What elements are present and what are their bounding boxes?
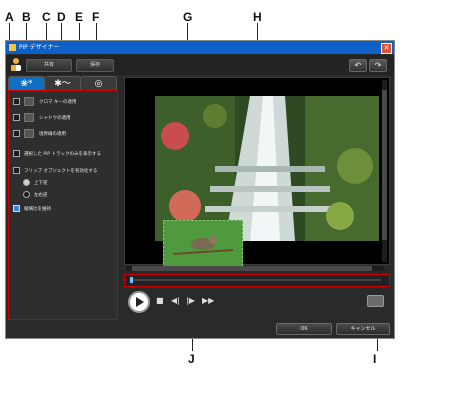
undo-button[interactable]: ↶ (349, 59, 367, 72)
keep-aspect-option[interactable]: 縦横比を維持 (13, 205, 51, 214)
callout-h: H (253, 10, 262, 24)
chroma-key-checkbox[interactable] (13, 98, 20, 105)
shadow-label: シャドウの適用 (39, 116, 71, 121)
pip-object-bird-image[interactable] (163, 220, 243, 270)
chroma-key-label: クロマ キーの適用 (39, 100, 77, 105)
timeline-playhead[interactable] (130, 277, 133, 283)
ok-button[interactable]: OK (276, 323, 332, 335)
timeline-track[interactable] (131, 279, 381, 281)
border-icon (24, 129, 34, 138)
flip-left-right-radio[interactable] (23, 191, 30, 198)
properties-tabs: ❀* ✱〜 ◎ (8, 76, 118, 92)
callout-g: G (183, 10, 193, 24)
fast-forward-icon[interactable]: ▶▶ (202, 296, 214, 305)
preview-horizontal-scrollbar[interactable] (126, 266, 384, 271)
previous-frame-icon[interactable]: ◀| (171, 296, 180, 305)
shadow-checkbox[interactable] (13, 114, 20, 121)
callout-i: I (373, 352, 377, 366)
callout-a: A (5, 10, 14, 24)
flip-up-down-radio[interactable] (23, 179, 30, 186)
chroma-key-option[interactable]: クロマ キーの適用 (13, 97, 76, 106)
callout-e: E (75, 10, 84, 24)
title-bar: PiP デザイナー ✕ (6, 41, 394, 54)
border-option[interactable]: 境界線の適用 (13, 129, 66, 138)
flip-left-right-option[interactable]: 左右逆 (23, 191, 48, 200)
flip-up-down-option[interactable]: 上下逆 (23, 179, 48, 188)
cancel-button[interactable]: キャンセル (336, 323, 390, 335)
shadow-option[interactable]: シャドウの適用 (13, 113, 71, 122)
user-avatar-icon[interactable] (10, 57, 22, 71)
keep-aspect-label: 縦横比を維持 (24, 207, 51, 212)
scroll-thumb[interactable] (132, 266, 372, 271)
eyedropper-icon (24, 97, 34, 106)
pip-designer-window: PiP デザイナー ✕ 共有 保存 ↶ ↷ ❀* ✱〜 ◎ クロマ キーの適用 … (5, 40, 395, 339)
flip-object-label: フリップ オブジェクトを有効化する (24, 169, 98, 174)
shadow-icon (24, 113, 34, 122)
close-button[interactable]: ✕ (381, 43, 392, 54)
callout-c: C (42, 10, 51, 24)
play-button[interactable] (128, 291, 150, 313)
border-label: 境界線の適用 (39, 132, 66, 137)
callout-f: F (92, 10, 100, 24)
flip-left-right-label: 左右逆 (34, 193, 48, 198)
flip-object-option[interactable]: フリップ オブジェクトを有効化する (13, 167, 97, 176)
toolbar: 共有 保存 ↶ ↷ (6, 55, 394, 75)
border-checkbox[interactable] (13, 130, 20, 137)
next-frame-icon[interactable]: |▶ (186, 296, 195, 305)
save-button[interactable]: 保存 (76, 59, 114, 72)
timeline-slider[interactable] (124, 274, 390, 287)
window-title: PiP デザイナー (19, 44, 60, 51)
redo-button[interactable]: ↷ (369, 59, 387, 72)
display-size-button[interactable] (367, 295, 384, 307)
callout-b: B (22, 10, 31, 24)
show-selected-tracks-checkbox[interactable] (13, 150, 20, 157)
preview-vertical-scrollbar[interactable] (382, 80, 387, 262)
share-button[interactable]: 共有 (26, 59, 72, 72)
playback-controls: ■ ◀| |▶ ▶▶ (124, 291, 388, 313)
preview-window[interactable] (124, 77, 390, 270)
properties-panel: クロマ キーの適用 シャドウの適用 境界線の適用 選択した PiP トラックのみ… (8, 90, 118, 320)
callout-j: J (188, 352, 195, 366)
show-selected-tracks-label: 選択した PiP トラックのみを表示する (24, 152, 101, 157)
scroll-thumb[interactable] (382, 90, 387, 240)
stop-icon[interactable]: ■ (156, 296, 164, 305)
flip-up-down-label: 上下逆 (34, 181, 48, 186)
flip-object-checkbox[interactable] (13, 167, 20, 174)
app-icon (9, 44, 16, 51)
callout-d: D (57, 10, 66, 24)
show-selected-tracks-option[interactable]: 選択した PiP トラックのみを表示する (13, 150, 101, 159)
keep-aspect-checkbox[interactable] (13, 205, 20, 212)
